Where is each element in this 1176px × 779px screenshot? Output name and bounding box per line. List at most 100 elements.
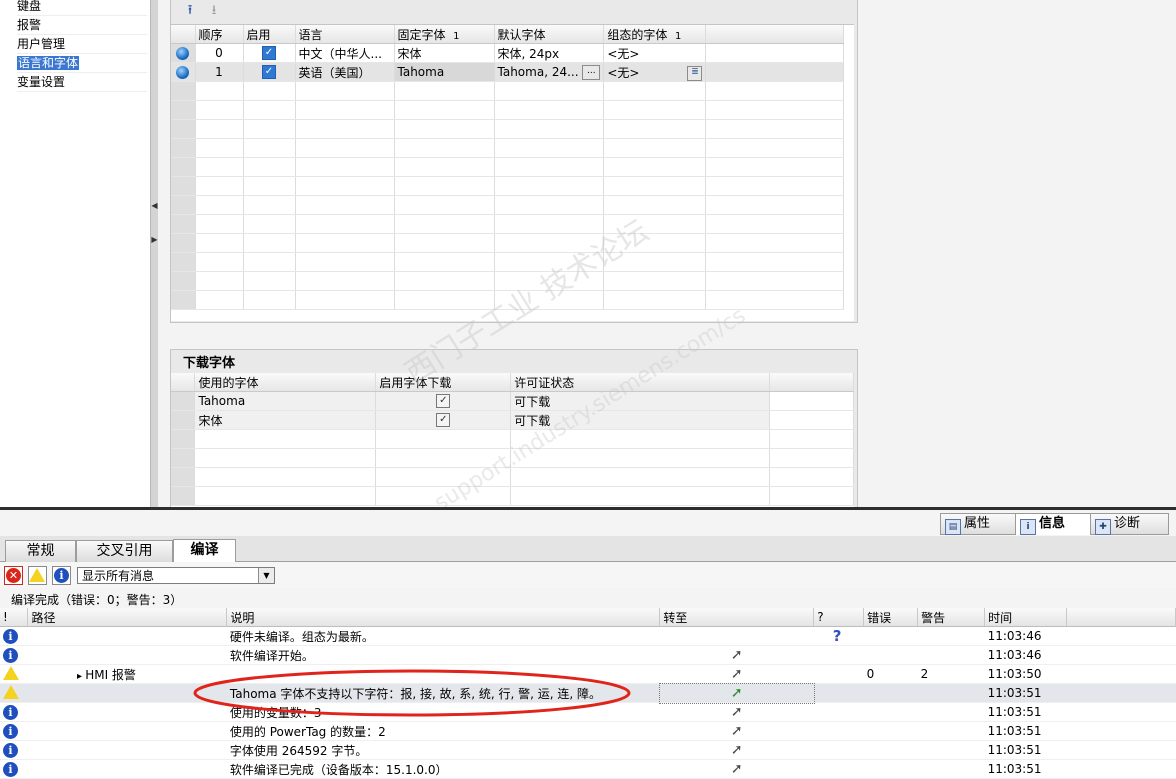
message-filter-select[interactable]: 显示所有消息 ▼ xyxy=(77,567,275,584)
col-configured-font[interactable]: 组态的字体 1 xyxy=(603,25,707,44)
order-cell[interactable]: 1 xyxy=(195,62,244,82)
row-header[interactable] xyxy=(171,391,196,411)
help-cell[interactable] xyxy=(813,721,864,741)
move-up-icon[interactable]: ⭱ xyxy=(181,3,199,19)
chevron-down-icon[interactable]: ▼ xyxy=(258,568,274,583)
tab-general[interactable]: 常规 xyxy=(5,540,76,562)
goto-cell[interactable]: ➚ xyxy=(659,702,814,722)
tab-cross-references[interactable]: 交叉引用 xyxy=(76,540,173,562)
filter-warnings-button[interactable] xyxy=(28,566,47,585)
fixed-font-cell[interactable]: 宋体 xyxy=(394,43,495,63)
default-font-cell[interactable]: 宋体, 24px xyxy=(494,43,605,63)
table-row[interactable]: 1 ✓ 英语（美国） Tahoma Tahoma, 24... ... <无> ≣ xyxy=(171,62,845,82)
collapse-left-icon[interactable]: ◀ xyxy=(151,200,158,212)
help-cell[interactable] xyxy=(813,740,864,760)
col-errors[interactable]: 错误 xyxy=(863,608,919,627)
enabled-checkbox[interactable]: ✓ xyxy=(262,65,276,80)
col-goto[interactable]: 转至 xyxy=(659,608,815,627)
enabled-cell[interactable]: ✓ xyxy=(243,62,296,82)
tab-compile[interactable]: 编译 xyxy=(173,539,236,563)
expand-arrow-icon[interactable]: ▸ xyxy=(77,671,85,682)
help-cell[interactable] xyxy=(813,759,864,779)
language-cell[interactable]: 中文（中华人... xyxy=(295,43,395,63)
col-time[interactable]: 时间 xyxy=(984,608,1068,627)
row-header[interactable] xyxy=(171,62,196,82)
default-font-cell[interactable]: Tahoma, 24... ... xyxy=(494,62,605,82)
download-checkbox[interactable]: ✓ xyxy=(436,394,451,409)
col-order[interactable]: 顺序 xyxy=(195,25,244,44)
goto-cell[interactable]: ➚ xyxy=(658,682,815,704)
goto-arrow-icon[interactable]: ➚ xyxy=(731,724,743,738)
nav-item-user-management[interactable]: 用户管理 xyxy=(17,35,147,54)
message-row[interactable]: i 硬件未编译。组态为最新。? 11:03:46 xyxy=(0,626,1176,646)
configured-font-cell[interactable]: <无> ≣ xyxy=(603,62,707,82)
font-picker-button[interactable]: ... xyxy=(582,64,601,80)
goto-arrow-icon[interactable]: ➚ xyxy=(731,762,743,776)
nav-item-alarms[interactable]: 报警 xyxy=(17,16,147,35)
help-cell[interactable] xyxy=(813,664,864,684)
filter-errors-button[interactable]: ✕ xyxy=(4,566,23,585)
row-header[interactable] xyxy=(171,410,196,430)
path-cell[interactable] xyxy=(27,626,227,646)
configured-font-cell[interactable]: <无> xyxy=(603,43,707,63)
col-language[interactable]: 语言 xyxy=(295,25,395,44)
enable-download-cell[interactable]: ✓ xyxy=(375,410,512,430)
table-row[interactable]: Tahoma ✓ 可下载 xyxy=(171,391,854,411)
help-cell[interactable] xyxy=(813,645,864,665)
font-cell[interactable]: 宋体 xyxy=(194,410,377,430)
col-enabled[interactable]: 启用 xyxy=(243,25,296,44)
row-header[interactable] xyxy=(171,43,196,63)
goto-cell[interactable] xyxy=(659,626,814,646)
nav-item-tag-settings[interactable]: 变量设置 xyxy=(17,73,147,92)
tab-diagnostics[interactable]: ✚ 诊断 xyxy=(1090,513,1169,535)
list-picker-icon[interactable]: ≣ xyxy=(687,65,703,81)
goto-arrow-icon[interactable]: ➚ xyxy=(731,705,743,719)
download-checkbox[interactable]: ✓ xyxy=(436,413,451,428)
order-cell[interactable]: 0 xyxy=(195,43,244,63)
filter-info-button[interactable]: i xyxy=(52,566,71,585)
enabled-checkbox[interactable]: ✓ xyxy=(262,46,276,61)
col-description[interactable]: 说明 xyxy=(226,608,661,627)
goto-arrow-icon[interactable]: ➚ xyxy=(731,648,743,662)
help-cell[interactable] xyxy=(813,702,864,722)
help-cell[interactable]: ? xyxy=(813,626,864,646)
path-cell[interactable] xyxy=(27,645,227,665)
nav-item-keyboard[interactable]: 键盘 xyxy=(17,0,147,16)
col-used-font[interactable]: 使用的字体 xyxy=(194,373,377,392)
goto-arrow-icon[interactable]: ➚ xyxy=(731,667,743,681)
language-cell[interactable]: 英语（美国） xyxy=(295,62,395,82)
goto-arrow-icon[interactable]: ➚ xyxy=(731,743,743,757)
enable-download-cell[interactable]: ✓ xyxy=(375,391,512,411)
enabled-cell[interactable]: ✓ xyxy=(243,43,296,63)
font-cell[interactable]: Tahoma xyxy=(194,391,377,411)
col-license-status[interactable]: 许可证状态 xyxy=(510,373,771,392)
col-warnings[interactable]: 警告 xyxy=(917,608,986,627)
help-cell[interactable] xyxy=(813,683,864,703)
goto-cell[interactable]: ➚ xyxy=(659,645,814,665)
col-path[interactable]: 路径 xyxy=(27,608,228,627)
goto-cell[interactable]: ➚ xyxy=(659,759,814,779)
move-down-icon[interactable]: ⭳ xyxy=(205,3,223,19)
path-cell[interactable] xyxy=(27,740,227,760)
message-row[interactable]: i 软件编译开始。 ➚ 11:03:46 xyxy=(0,645,1176,665)
col-help[interactable]: ? xyxy=(813,608,865,627)
table-row[interactable]: 宋体 ✓ 可下载 xyxy=(171,410,854,430)
expand-right-icon[interactable]: ▶ xyxy=(151,234,158,246)
table-row[interactable]: 0 ✓ 中文（中华人... 宋体 宋体, 24px <无> xyxy=(171,43,845,63)
path-cell[interactable] xyxy=(27,721,227,741)
goto-cell[interactable]: ➚ xyxy=(659,664,814,684)
tab-info[interactable]: i 信息 xyxy=(1015,513,1092,535)
col-default-font[interactable]: 默认字体 xyxy=(494,25,605,44)
col-enable-download[interactable]: 启用字体下载 xyxy=(375,373,512,392)
tab-properties[interactable]: ▤ 属性 xyxy=(940,513,1017,535)
goto-arrow-icon[interactable]: ➚ xyxy=(731,686,743,700)
path-cell[interactable] xyxy=(27,759,227,779)
help-icon[interactable]: ? xyxy=(833,627,842,645)
message-row[interactable]: i 字体使用 264592 字节。 ➚ 11:03:51 xyxy=(0,740,1176,760)
fixed-font-cell[interactable]: Tahoma xyxy=(394,62,495,82)
goto-cell[interactable]: ➚ xyxy=(659,721,814,741)
goto-cell[interactable]: ➚ xyxy=(659,740,814,760)
col-severity[interactable]: ! xyxy=(0,608,29,627)
message-row[interactable]: i 使用的 PowerTag 的数量：2 ➚ 11:03:51 xyxy=(0,721,1176,741)
col-fixed-font[interactable]: 固定字体 1 xyxy=(394,25,495,44)
